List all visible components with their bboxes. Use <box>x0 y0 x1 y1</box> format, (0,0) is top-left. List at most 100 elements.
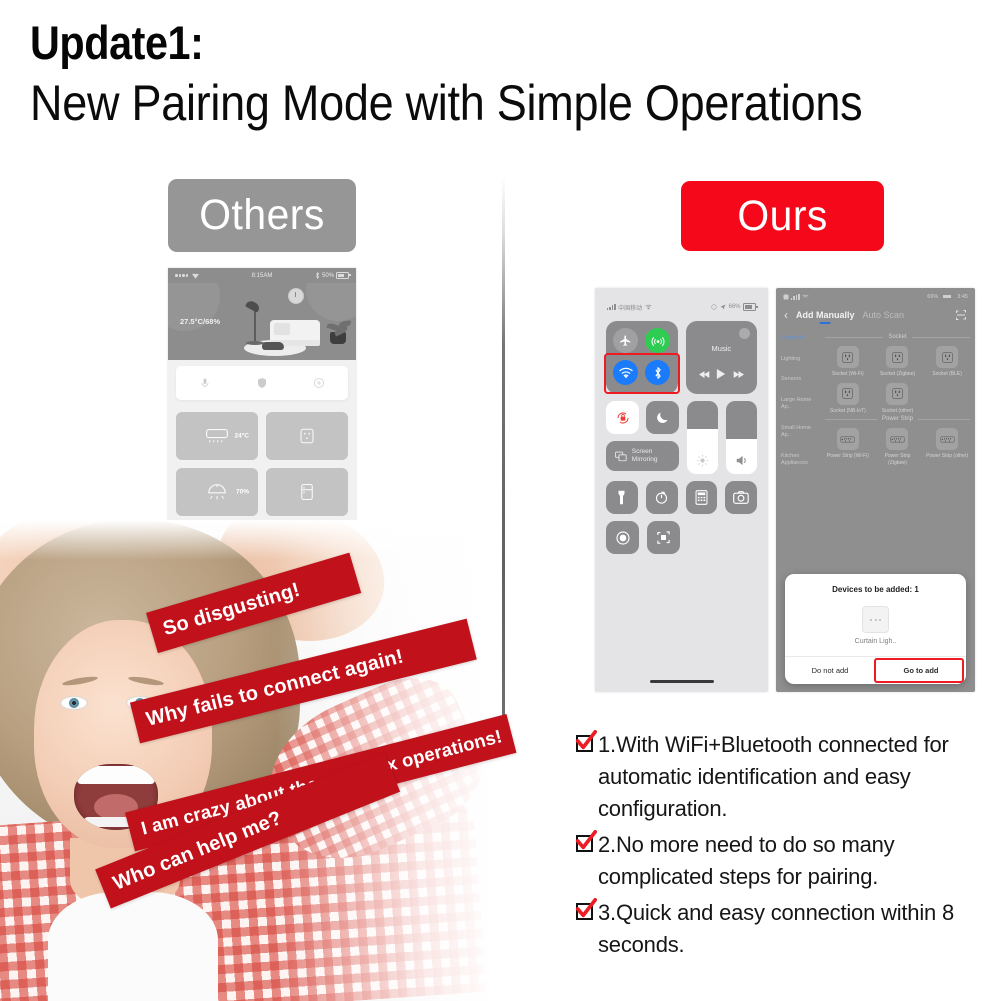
power-strip-icon <box>936 428 959 450</box>
ceiling-lamp-icon <box>208 484 226 500</box>
signal-bars-icon <box>791 293 800 300</box>
category-small-home-appliances[interactable]: Small Home Ap.. <box>776 425 820 440</box>
category-kitchen-appliances[interactable]: Kitchen Appliances <box>776 453 820 468</box>
device-tile-lamp[interactable]: 70% <box>176 468 258 516</box>
calculator-button[interactable] <box>685 481 718 514</box>
moon-icon <box>657 412 668 424</box>
add-header: ‹ Add Manually Auto Scan <box>776 303 975 327</box>
benefit-item-2: 2.No more need to do so many complicated… <box>575 829 994 893</box>
add-clock: 3:45 <box>957 293 968 300</box>
device-socket-zigbee[interactable]: Socket (Zigbee) <box>875 346 921 378</box>
socket-grid: Socket (Wi-Fi) Socket (Zigbee) Socket (B… <box>825 346 970 414</box>
device-tile-air-conditioner[interactable]: 24°C <box>176 412 258 460</box>
modal-buttons: Do not add Go to add <box>785 656 966 684</box>
air-conditioner-icon <box>206 429 228 443</box>
cc-carrier: 中国移动 <box>618 305 643 312</box>
device-power-strip-wifi[interactable]: Power Strip (Wi-Fi) <box>825 428 871 466</box>
camera-button[interactable] <box>725 481 757 514</box>
cc-row-shortcuts-1 <box>606 481 757 514</box>
rotation-lock-toggle[interactable] <box>606 401 639 434</box>
timer-icon <box>656 491 668 504</box>
wall-socket-icon <box>300 428 314 444</box>
socket-icon <box>836 382 859 405</box>
add-device-screenshot: 66% 3:45 ‹ Add Manually Auto Scan Electr… <box>776 288 975 692</box>
add-status-right: 66% 3:45 <box>927 292 968 301</box>
do-not-disturb-toggle[interactable] <box>646 401 679 434</box>
device-power-strip-zigbee[interactable]: Power Strip (Zigbee) <box>875 428 921 466</box>
headline-line-1: Update1: <box>30 16 204 69</box>
location-arrow-icon <box>720 304 726 310</box>
battery-icon <box>941 292 956 301</box>
plus-circle-icon[interactable] <box>313 377 325 389</box>
device-label: Socket (other) <box>881 407 914 414</box>
next-track-icon[interactable] <box>733 370 744 379</box>
volume-slider[interactable] <box>726 401 757 474</box>
benefit-item-1: 1.With WiFi+Bluetooth connected for auto… <box>575 729 994 825</box>
tab-auto-scan[interactable]: Auto Scan <box>863 310 905 320</box>
device-socket-wifi[interactable]: Socket (Wi-Fi) <box>825 346 871 378</box>
qr-scan-button[interactable] <box>647 521 680 554</box>
screen-record-button[interactable] <box>606 521 639 554</box>
refrigerator-icon <box>301 483 313 501</box>
category-sensors[interactable]: Sensors <box>776 376 820 384</box>
checkbox-checked-icon <box>575 898 597 920</box>
device-tile-refrigerator[interactable] <box>266 468 348 516</box>
play-icon[interactable] <box>716 368 726 380</box>
cellular-data-toggle[interactable] <box>645 328 670 353</box>
home-indicator <box>649 680 714 683</box>
qr-scan-icon <box>657 531 670 544</box>
device-label: Power Strip (other) <box>926 453 969 459</box>
category-large-home-appliances[interactable]: Large Home Ap.. <box>776 397 820 412</box>
others-status-bar: 8:15AM 50% <box>168 268 356 283</box>
device-label: Socket (Zigbee) <box>879 371 916 377</box>
device-tile-value: 24°C <box>234 432 249 440</box>
cc-status-right: 66% <box>711 303 758 311</box>
device-socket-nbiot[interactable]: Socket (NB-IoT) <box>825 382 871 415</box>
timer-button[interactable] <box>645 481 678 514</box>
device-label: Power Strip (Wi-Fi) <box>826 453 869 459</box>
others-quick-actions[interactable] <box>176 366 348 400</box>
signal-bars-icon <box>607 304 616 310</box>
wifi-icon <box>644 304 652 310</box>
airplay-icon[interactable] <box>739 328 750 339</box>
music-title: Music <box>711 344 732 353</box>
add-battery-pct: 66% <box>927 293 939 300</box>
device-label: Socket (BLE) <box>932 371 962 377</box>
screen-mirroring-button[interactable]: Screen Mirroring <box>606 441 679 471</box>
do-not-add-button[interactable]: Do not add <box>785 657 875 684</box>
checkbox-checked-icon <box>575 730 597 752</box>
shield-icon[interactable] <box>256 377 268 389</box>
brightness-icon <box>696 454 709 467</box>
screen-record-icon <box>615 530 630 545</box>
status-battery-pct: 50% <box>321 272 334 279</box>
device-power-strip-other[interactable]: Power Strip (other) <box>924 428 970 466</box>
brightness-slider[interactable] <box>687 401 718 474</box>
wifi-bluetooth-highlight <box>604 353 680 394</box>
airplane-mode-toggle[interactable] <box>613 328 638 353</box>
socket-icon <box>936 346 959 368</box>
battery-icon <box>336 272 351 279</box>
device-socket-other[interactable]: Socket (other) <box>875 382 921 415</box>
tab-add-manually[interactable]: Add Manually <box>796 310 855 320</box>
back-icon[interactable]: ‹ <box>784 309 788 321</box>
cellular-icon <box>651 336 664 346</box>
section-header-socket: Socket <box>825 334 970 340</box>
device-socket-ble[interactable]: Socket (BLE) <box>924 346 970 378</box>
go-to-add-button[interactable]: Go to add <box>875 657 966 684</box>
scan-icon[interactable] <box>955 309 967 321</box>
power-strip-icon <box>886 428 909 450</box>
power-strip-grid: Power Strip (Wi-Fi) Power Strip (Zigbee)… <box>825 428 970 466</box>
mic-icon[interactable] <box>199 377 211 389</box>
living-room-illustration <box>232 292 352 358</box>
music-controls[interactable] <box>686 368 757 380</box>
device-tile-socket[interactable] <box>266 412 348 460</box>
previous-track-icon[interactable] <box>698 370 710 379</box>
connectivity-module[interactable] <box>604 321 680 394</box>
flashlight-button[interactable] <box>606 481 638 514</box>
category-lighting[interactable]: Lighting <box>776 356 820 364</box>
music-module[interactable]: Music <box>685 321 757 394</box>
category-electrical[interactable]: Electrical <box>776 335 820 343</box>
benefit-text: 1.With WiFi+Bluetooth connected for auto… <box>598 732 949 821</box>
device-label: Power Strip (Zigbee) <box>884 453 911 466</box>
status-right-cluster: 50% <box>315 272 351 279</box>
